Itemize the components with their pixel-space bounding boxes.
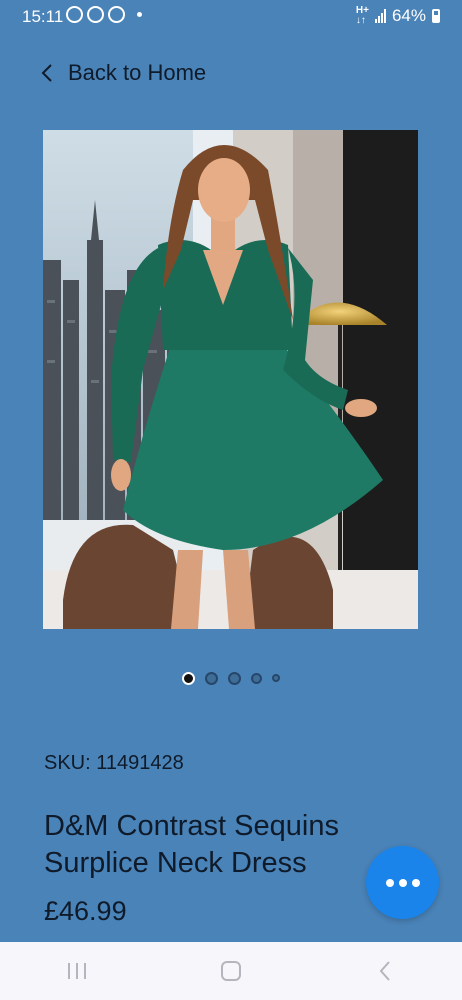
more-horizontal-icon	[385, 878, 394, 887]
recent-apps-icon	[68, 963, 86, 979]
carousel-dot-4[interactable]	[251, 672, 262, 684]
status-bar: 15:11 H+ ↓↑ 64%	[0, 0, 462, 34]
system-navigation-bar	[0, 942, 462, 1000]
status-time: 15:11	[22, 7, 64, 26]
carousel-dot-5[interactable]	[272, 674, 280, 682]
chevron-left-icon	[41, 64, 52, 82]
notification-dot-icon	[137, 12, 142, 17]
product-title: D&M Contrast Sequins Surplice Neck Dress	[44, 810, 339, 879]
product-sku: SKU: 11491428	[44, 752, 184, 774]
battery-icon	[432, 9, 440, 23]
more-horizontal-icon-dot	[398, 878, 407, 887]
viber-icon	[87, 6, 104, 23]
image-carousel-indicator	[0, 668, 462, 688]
more-horizontal-icon-dot	[411, 878, 420, 887]
system-back-button[interactable]	[355, 951, 415, 991]
product-image[interactable]	[43, 130, 418, 629]
back-to-home-link[interactable]: Back to Home	[40, 58, 206, 88]
status-system-icons: H+ ↓↑ 64%	[356, 6, 440, 26]
home-icon	[221, 961, 241, 981]
status-notification-icons	[66, 6, 142, 23]
carousel-dot-1[interactable]	[182, 671, 195, 685]
carousel-dot-2[interactable]	[205, 671, 218, 685]
messenger-icon	[66, 6, 83, 23]
battery-percent: 64%	[391, 6, 426, 25]
back-label: Back to Home	[68, 60, 207, 85]
recent-apps-button[interactable]	[47, 951, 107, 991]
viber-icon	[108, 6, 125, 23]
back-icon	[379, 961, 390, 981]
product-photo	[43, 130, 418, 629]
mobile-data-icon: H+ ↓↑	[355, 5, 369, 26]
home-button[interactable]	[201, 951, 261, 991]
more-options-button[interactable]	[366, 846, 439, 919]
product-price: £46.99	[44, 896, 127, 926]
carousel-dot-3[interactable]	[228, 671, 241, 685]
signal-icon	[374, 9, 386, 23]
